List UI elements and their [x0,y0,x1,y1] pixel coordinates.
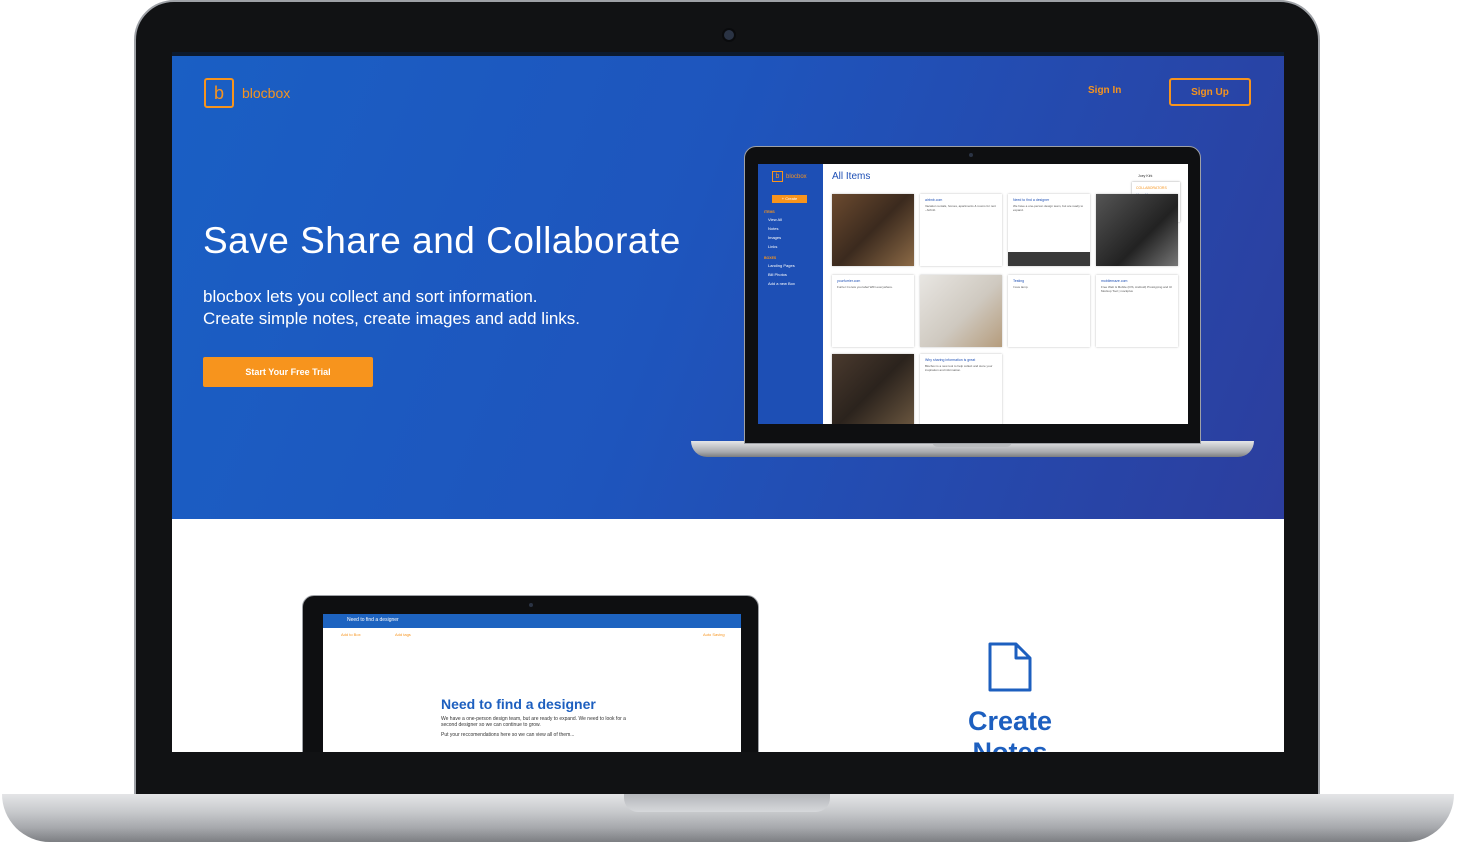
app-item-view-all[interactable]: View All [768,217,782,222]
webcam [722,28,736,42]
browser-viewport: b blocbox Sign In Sign Up Save Share and… [172,52,1284,752]
app-box-add-new[interactable]: Add a new Box [768,281,795,286]
note-editor-bar: Need to find a designer [323,614,741,628]
start-free-trial-button[interactable]: Start Your Free Trial [203,357,373,387]
image-card-bar[interactable] [832,194,914,266]
collab-header: COLLABORATORS [1136,186,1167,190]
card-body: Blocbox is a new tool to help collect an… [925,364,993,372]
note-card-designer[interactable]: Need to find a designer We have a one-pe… [1008,194,1090,266]
card-title: yourfurrier.com [837,279,861,283]
hero-section: b blocbox Sign In Sign Up Save Share and… [172,56,1284,519]
laptop-notch [624,794,830,812]
app-create-button[interactable]: + Create [772,195,807,203]
note-controls: Add to Box Add tags Auto Saving [323,632,741,642]
card-title: airbnb.com [925,198,943,202]
app-item-images[interactable]: Images [768,235,781,240]
app-preview-screen: b blocbox + Create ITEMS View All Notes … [758,164,1188,424]
hero-title: Save Share and Collaborate [203,220,681,261]
hero-subtitle: blocbox lets you collect and sort inform… [203,286,580,330]
note-body-paragraph-1: We have a one-person design team, but ar… [441,716,626,728]
card-title: mobilemaze.com [1101,279,1128,283]
add-to-box-button[interactable]: Add to Box [341,632,361,637]
card-toolbar [1008,252,1090,266]
logo-icon: b [204,78,234,108]
link-card-airbnb[interactable]: airbnb.com Vacation rentals, homes, apar… [920,194,1002,266]
card-body: Vacation rentals, homes, apartments & ro… [925,204,996,212]
autosaving-status: Auto Saving [703,632,725,637]
app-box-bill-photos[interactable]: Bill Photos [768,272,787,277]
link-card-yourfurrier[interactable]: yourfurrier.com Furrier Co lets you labe… [832,275,914,347]
image-card-desk[interactable] [920,275,1002,347]
app-logo-icon: b [772,171,783,182]
image-card-office[interactable] [1096,194,1178,266]
preview-webcam [969,153,973,157]
sign-up-button[interactable]: Sign Up [1169,78,1251,106]
card-body: I love lamp. [1013,285,1029,289]
card-body: Free Web & Mobile (iOS, Android) Prototy… [1101,285,1172,293]
sign-in-link[interactable]: Sign In [1082,84,1127,97]
note-card-testing[interactable]: Testing I love lamp. [1008,275,1090,347]
app-section-items: ITEMS [764,210,775,214]
document-icon [988,642,1032,697]
app-item-notes[interactable]: Notes [768,226,778,231]
note-preview-screen: Need to find a designer Add to Box Add t… [323,614,741,752]
card-title: Need to find a designer [1013,198,1050,202]
note-bar-title: Need to find a designer [347,617,399,623]
app-user-name[interactable]: Joey Kirk [1138,174,1152,178]
app-section-boxes: BOXES [764,256,777,260]
app-page-title: All Items [832,171,871,182]
image-card-workspace[interactable] [832,354,914,424]
preview-laptop: b blocbox + Create ITEMS View All Notes … [744,146,1201,444]
note-body: We have a one-person design team, but ar… [441,716,641,738]
note-heading: Need to find a designer [441,696,596,712]
app-box-landing-pages[interactable]: Landing Pages [768,263,795,268]
brand-logo[interactable]: b blocbox [204,78,290,108]
card-body: Furrier Co lets you label WiFi everywher… [837,285,893,289]
add-tags-button[interactable]: Add tags [395,632,411,637]
hero-subtitle-line-1: blocbox lets you collect and sort inform… [203,287,538,306]
brand-name: blocbox [242,85,291,101]
note-card-sharing[interactable]: Why sharing information is great Blocbox… [920,354,1002,424]
feature-title: Create Notes [967,706,1053,752]
app-brand: blocbox [786,173,807,180]
link-card-mockup[interactable]: mobilemaze.com Free Web & Mobile (iOS, A… [1096,275,1178,347]
app-logo: b blocbox [772,171,807,182]
card-body: We have a one-person design team, but ar… [1013,204,1084,212]
note-preview-laptop: Need to find a designer Add to Box Add t… [302,595,759,752]
card-title: Why sharing information is great [925,358,976,362]
card-title: Testing [1013,279,1025,283]
hero-subtitle-line-2: Create simple notes, create images and a… [203,309,581,328]
note-body-paragraph-2: Put your reccomendations here so we can … [441,732,575,738]
app-sidebar: b blocbox + Create ITEMS View All Notes … [758,164,823,424]
app-item-links[interactable]: Links [768,244,777,249]
note-preview-webcam [529,603,533,607]
